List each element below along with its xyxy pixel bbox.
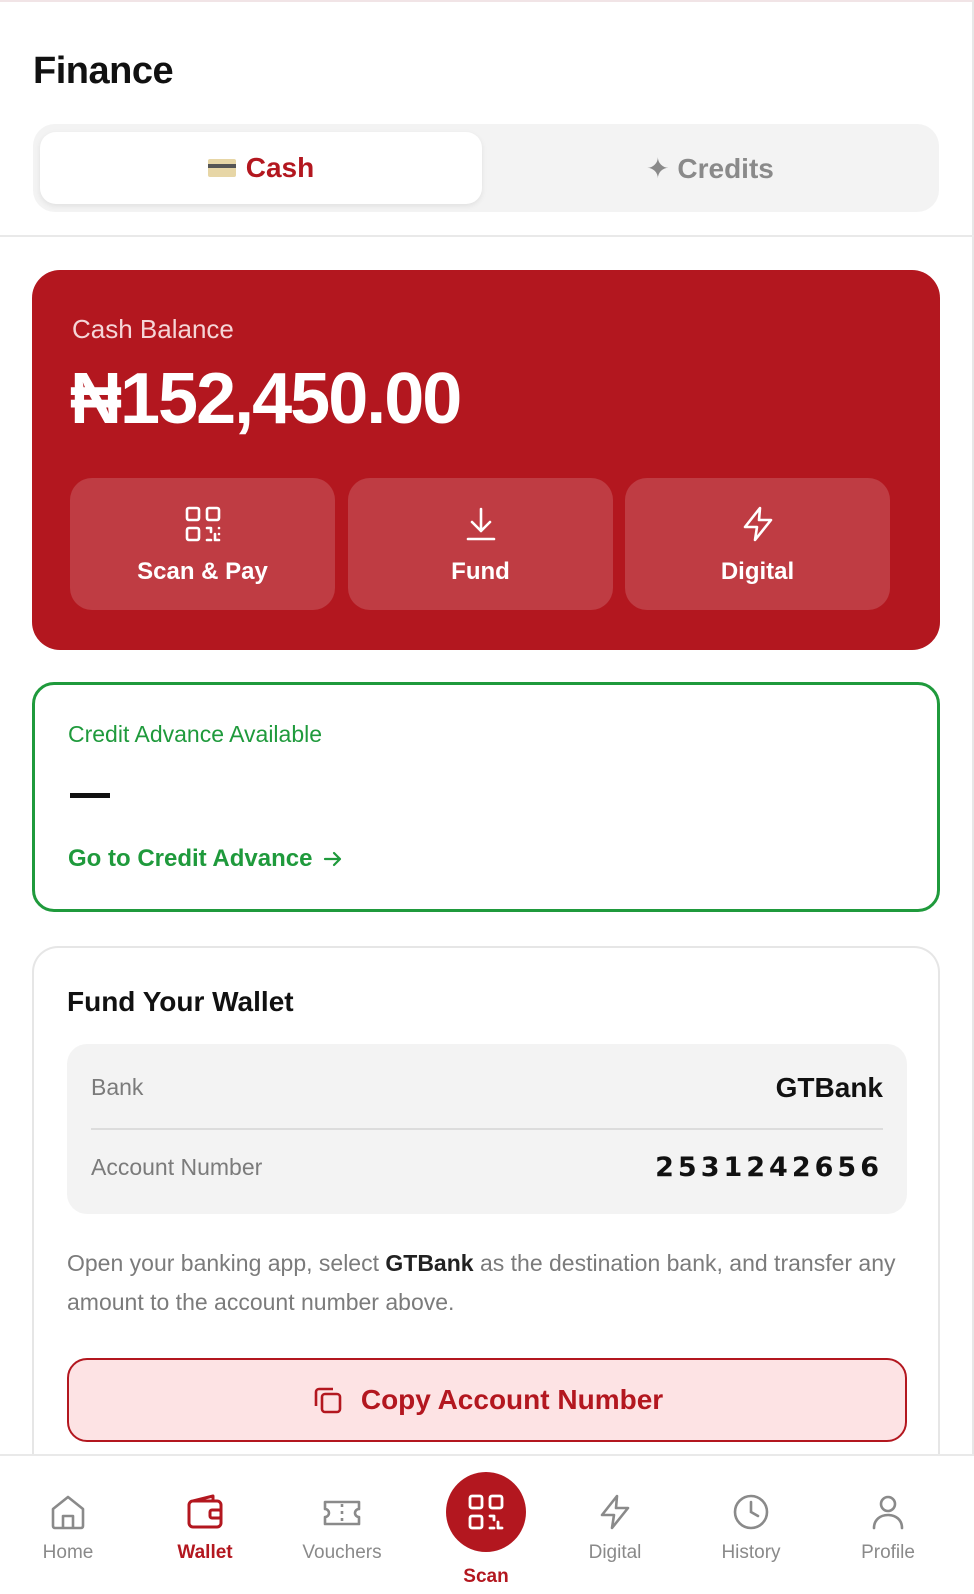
tab-vouchers-label: Vouchers	[302, 1542, 382, 1563]
fund-label: Fund	[451, 558, 510, 585]
bank-label: Bank	[91, 1074, 144, 1100]
tab-profile[interactable]: Profile	[828, 1456, 948, 1594]
copy-account-number-button[interactable]: Copy Account Number	[67, 1358, 907, 1442]
qr-code-icon	[185, 506, 220, 542]
credit-advance-label: Credit Advance Available	[68, 721, 323, 747]
lightning-icon	[600, 1494, 630, 1530]
tab-digital[interactable]: Digital	[555, 1456, 675, 1594]
account-number-value: 2531242656	[655, 1152, 883, 1183]
finance-segmented-control: Cash ✦ Credits	[33, 124, 939, 212]
wallet-icon	[187, 1494, 223, 1529]
scan-and-pay-label: Scan & Pay	[137, 558, 268, 585]
credit-card-icon	[207, 159, 236, 177]
ticket-icon	[323, 1500, 361, 1526]
tab-history-label: History	[721, 1542, 781, 1563]
bank-value: GTBank	[775, 1072, 883, 1103]
digital-label: Digital	[720, 558, 795, 585]
credit-advance-card: Credit Advance Available Go to Credit Ad…	[32, 682, 940, 912]
cash-balance-card: Cash Balance ₦152,450.00 Scan & Pay Fund…	[32, 270, 940, 650]
tab-wallet[interactable]: Wallet	[145, 1456, 265, 1594]
tab-cash-label: Cash	[245, 152, 315, 183]
tab-cash[interactable]: Cash	[40, 132, 482, 204]
arrow-right-icon	[324, 851, 342, 867]
tab-wallet-label: Wallet	[177, 1542, 233, 1563]
tab-home[interactable]: Home	[8, 1456, 128, 1594]
download-icon	[466, 507, 495, 541]
fund-wallet-title: Fund Your Wallet	[67, 986, 294, 1017]
scan-and-pay-button[interactable]: Scan & Pay	[70, 478, 335, 610]
tab-home-label: Home	[42, 1542, 94, 1563]
tab-profile-label: Profile	[861, 1542, 915, 1563]
go-to-credit-advance-link[interactable]: Go to Credit Advance	[68, 845, 344, 873]
lightning-icon	[743, 506, 772, 542]
tab-vouchers[interactable]: Vouchers	[282, 1456, 402, 1594]
page-title: Finance	[33, 50, 174, 92]
tab-credits[interactable]: ✦ Credits	[489, 132, 931, 204]
instruction-text-start: Open your banking app, select	[67, 1250, 386, 1276]
tab-digital-label: Digital	[588, 1542, 642, 1563]
digital-button[interactable]: Digital	[625, 478, 890, 610]
qr-code-icon	[468, 1494, 504, 1530]
tab-history[interactable]: History	[691, 1456, 811, 1594]
instruction-bank-name: GTBank	[385, 1250, 474, 1276]
home-icon	[51, 1495, 85, 1530]
scan-fab-button[interactable]	[446, 1472, 526, 1552]
clock-icon	[733, 1494, 769, 1530]
copy-account-number-label: Copy Account Number	[360, 1384, 664, 1415]
fund-button[interactable]: Fund	[348, 478, 613, 610]
funding-instructions: Open your banking app, select GTBank as …	[67, 1244, 917, 1322]
header-divider	[0, 235, 974, 237]
bank-details: Bank GTBank Account Number 2531242656	[67, 1044, 907, 1214]
credit-advance-value	[70, 793, 110, 798]
copy-icon	[314, 1387, 342, 1414]
balance-label: Cash Balance	[72, 314, 234, 344]
fund-wallet-card: Fund Your Wallet Bank GTBank Account Num…	[32, 946, 940, 1466]
tab-scan-label: Scan	[463, 1566, 509, 1587]
bank-details-divider	[91, 1128, 883, 1130]
balance-amount: ₦152,450.00	[70, 359, 462, 439]
bottom-tab-bar: Home Wallet Vouchers Scan Digital Histor…	[0, 1454, 974, 1594]
account-number-label: Account Number	[91, 1154, 263, 1180]
app-screen: Finance Cash ✦ Credits Cash Balance ₦152…	[0, 0, 974, 1594]
user-icon	[872, 1495, 904, 1530]
credit-advance-link-label: Go to Credit Advance	[68, 845, 313, 872]
tab-credits-label: ✦ Credits	[646, 152, 774, 184]
